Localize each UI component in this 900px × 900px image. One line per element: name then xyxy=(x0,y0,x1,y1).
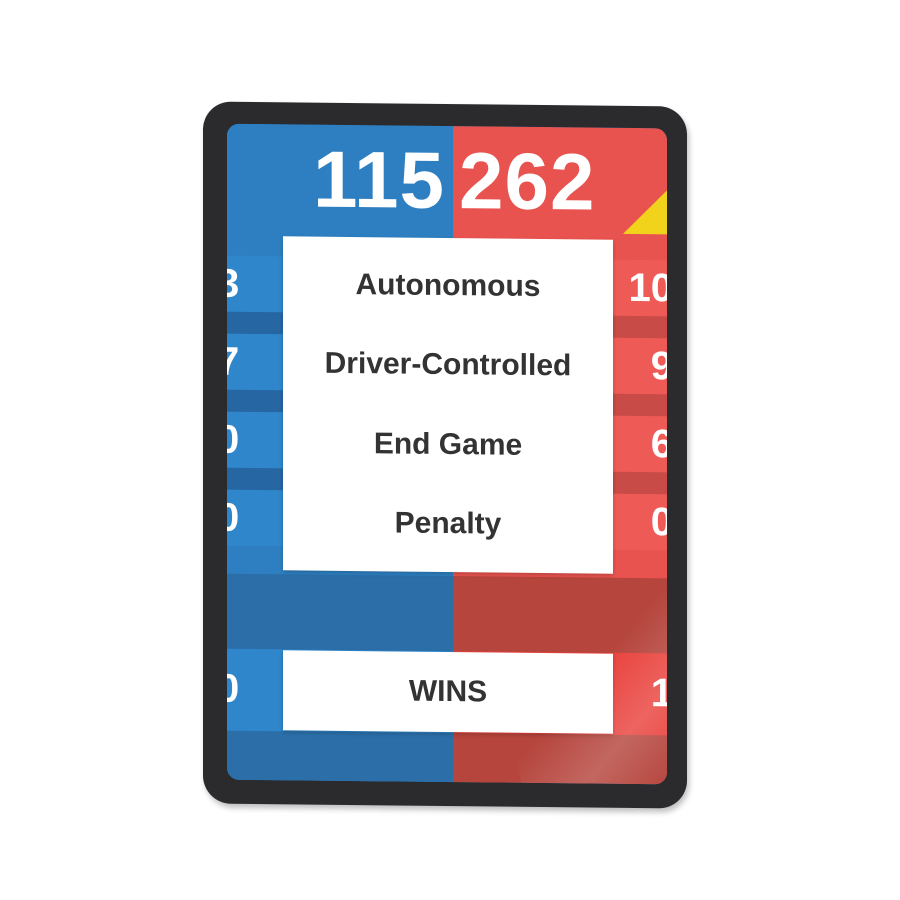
wins-button[interactable]: WINS xyxy=(283,650,613,734)
red-row-value: 9 xyxy=(650,344,667,389)
red-score: 262 xyxy=(459,136,596,227)
red-wins-value: 1 xyxy=(650,671,667,716)
stage: 3 10 7 9 0 6 0 0 0 1 115 262 Autonomous … xyxy=(0,0,900,900)
blue-wins-value: 0 xyxy=(227,666,240,711)
scoring-period-menu: Autonomous Driver-Controlled End Game Pe… xyxy=(283,236,613,574)
menu-item-penalty[interactable]: Penalty xyxy=(283,496,613,553)
blue-row-value: 0 xyxy=(227,417,240,462)
tablet-screen: 3 10 7 9 0 6 0 0 0 1 115 262 Autonomous … xyxy=(227,123,668,785)
red-row-value: 10 xyxy=(628,265,668,311)
corner-flag-icon xyxy=(623,189,667,235)
menu-item-driver-controlled[interactable]: Driver-Controlled xyxy=(283,337,613,394)
blue-score: 115 xyxy=(312,134,445,225)
blue-row-value: 3 xyxy=(227,261,240,306)
red-row-value: 6 xyxy=(650,422,667,467)
blue-row-value: 7 xyxy=(227,339,240,384)
blue-row-value: 0 xyxy=(227,495,240,540)
tablet-frame: 3 10 7 9 0 6 0 0 0 1 115 262 Autonomous … xyxy=(203,101,687,809)
red-row-value: 0 xyxy=(650,500,667,545)
menu-item-end-game[interactable]: End Game xyxy=(283,416,613,473)
menu-item-autonomous[interactable]: Autonomous xyxy=(283,257,613,314)
